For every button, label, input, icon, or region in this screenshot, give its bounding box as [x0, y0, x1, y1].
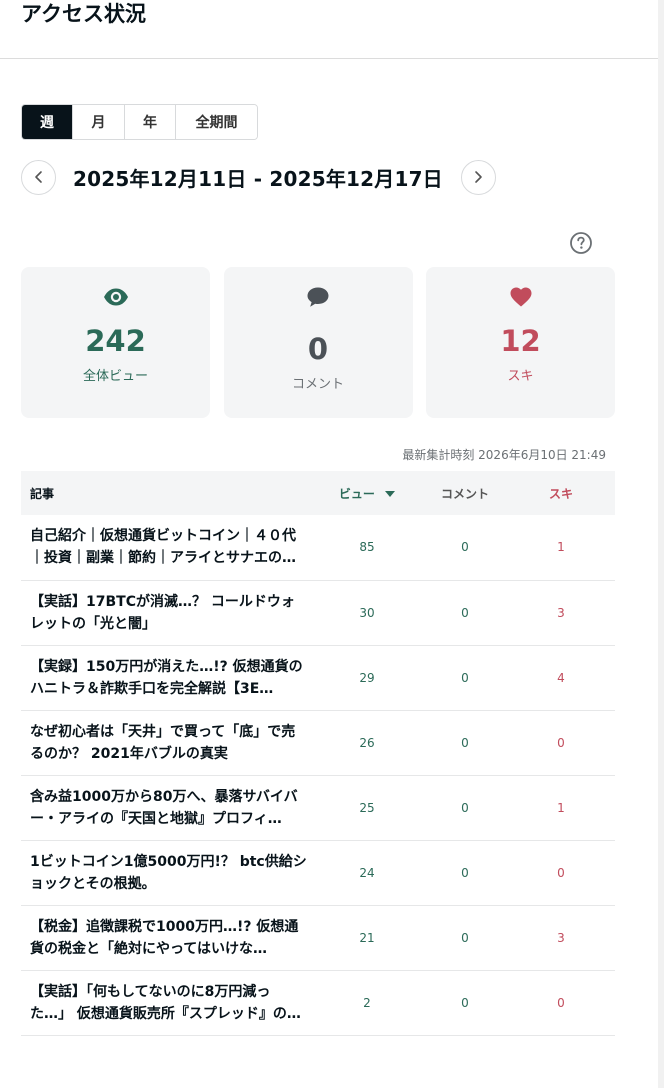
period-tabs: 週 月 年 全期間 [21, 104, 258, 140]
comments-count: 0 [423, 970, 507, 1036]
date-range: 2025年12月11日 - 2025年12月17日 [73, 166, 443, 191]
tab-year[interactable]: 年 [125, 105, 176, 139]
views-card: 242 全体ビュー [21, 267, 210, 418]
tab-week[interactable]: 週 [22, 105, 73, 139]
eye-icon [103, 288, 128, 306]
article-cell: 【実話】17BTCが消滅…？ コールドウォレットの「光と闇」 [21, 580, 311, 646]
last-updated-timestamp: 最新集計時刻 2026年6月10日 21:49 [402, 448, 606, 462]
likes-count: 0 [507, 710, 615, 776]
comments-count: 0 [423, 840, 507, 906]
help-row [21, 231, 594, 257]
sort-descending-icon [385, 491, 396, 497]
heart-icon [510, 287, 531, 307]
chevron-left-icon [34, 171, 42, 183]
likes-count: 1 [507, 775, 615, 841]
table-row: 含み益1000万から80万へ、暴落サバイバー・アライの『天国と地獄』プロフィ… 2… [21, 775, 615, 841]
column-header-views-label: ビュー [338, 486, 375, 501]
likes-count: 4 [507, 645, 615, 711]
stats-cards: 242 全体ビュー 0 コメント 12 スキ [21, 267, 615, 418]
column-header-views[interactable]: ビュー [311, 471, 423, 515]
table-row: 【実録】150万円が消えた…!? 仮想通貨のハニトラ＆詐欺手口を完全解説【3E…… [21, 645, 615, 711]
article-cell: 含み益1000万から80万へ、暴落サバイバー・アライの『天国と地獄』プロフィ… [21, 775, 311, 841]
likes-count: 3 [507, 905, 615, 971]
main-content: 週 月 年 全期間 2025年12月11日 - 2025年12月17日 242 … [0, 104, 615, 1036]
table-row: 【実話】「何もしてないのに8万円減った…」 仮想通貨販売所『スプレッド』の… 2 0… [21, 970, 615, 1036]
column-header-article: 記事 [30, 486, 55, 501]
comments-count: 0 [423, 515, 507, 581]
likes-count: 0 [507, 840, 615, 906]
comments-count: 0 [423, 905, 507, 971]
header: アクセス状況 [0, 0, 658, 59]
comments-card: 0 コメント [223, 267, 413, 418]
table-header-row: 記事 ビュー コメント スキ [21, 471, 615, 515]
article-cell: 【実録】150万円が消えた…!? 仮想通貨のハニトラ＆詐欺手口を完全解説【3E… [21, 645, 311, 711]
comments-count: 0 [423, 710, 507, 776]
table-row: 【税金】追徴課税で1000万円…!? 仮想通貨の税金と「絶対にやってはいけな… 2… [21, 905, 615, 971]
table-row: なぜ初心者は「天井」で買って「底」で売るのか？ 2021年バブルの真実 26 0 0 [21, 710, 615, 776]
comments-count: 0 [423, 645, 507, 711]
article-title-link[interactable]: 含み益1000万から80万へ、暴落サバイバー・アライの『天国と地獄』プロフィ… [30, 786, 307, 830]
article-title-link[interactable]: 【税金】追徴課税で1000万円…!? 仮想通貨の税金と「絶対にやってはいけな… [30, 916, 307, 960]
article-title-link[interactable]: 自己紹介｜仮想通貨ビットコイン｜４０代｜投資｜副業｜節約｜アライとサナエの夫婦の… [30, 525, 307, 569]
table-row: 【実話】17BTCが消滅…？ コールドウォレットの「光と闇」 30 0 3 [21, 580, 615, 646]
views-count: 85 [311, 515, 423, 581]
likes-card: 12 スキ [426, 267, 615, 418]
article-title-link[interactable]: 【実話】「何もしてないのに8万円減った…」 仮想通貨販売所『スプレッド』の… [30, 981, 307, 1025]
help-icon[interactable] [569, 231, 593, 255]
views-count: 25 [311, 775, 423, 841]
chevron-right-icon [475, 171, 483, 183]
views-count: 2 [311, 970, 423, 1036]
article-title-link[interactable]: 【実話】17BTCが消滅…？ コールドウォレットの「光と闇」 [30, 591, 307, 635]
article-cell: なぜ初心者は「天井」で買って「底」で売るのか？ 2021年バブルの真実 [21, 710, 311, 776]
comments-label: コメント [291, 377, 344, 392]
article-cell: 【税金】追徴課税で1000万円…!? 仮想通貨の税金と「絶対にやってはいけな… [21, 905, 311, 971]
views-total: 242 [85, 324, 146, 358]
views-count: 24 [311, 840, 423, 906]
page: アクセス状況 週 月 年 全期間 2025年12月11日 - 2025年12月1… [0, 0, 664, 1088]
speech-bubble-icon [307, 287, 329, 307]
article-title-link[interactable]: 1ビットコイン1億5000万円!？ btc供給ショックとその根拠。 [30, 851, 307, 895]
likes-count: 1 [507, 515, 615, 581]
previous-period-button[interactable] [21, 159, 56, 195]
views-count: 21 [311, 905, 423, 971]
views-label: 全体ビュー [82, 369, 148, 384]
article-title-link[interactable]: なぜ初心者は「天井」で買って「底」で売るのか？ 2021年バブルの真実 [30, 721, 307, 765]
table-row: 1ビットコイン1億5000万円!？ btc供給ショックとその根拠。 24 0 0 [21, 840, 615, 906]
comments-count: 0 [423, 580, 507, 646]
views-count: 26 [311, 710, 423, 776]
next-period-button[interactable] [460, 159, 496, 195]
views-count: 30 [311, 580, 423, 646]
likes-count: 3 [507, 580, 615, 646]
comments-count: 0 [423, 775, 507, 841]
table-body: 自己紹介｜仮想通貨ビットコイン｜４０代｜投資｜副業｜節約｜アライとサナエの夫婦の… [21, 515, 615, 1036]
scrollbar[interactable] [658, 0, 664, 1088]
article-cell: 【実話】「何もしてないのに8万円減った…」 仮想通貨販売所『スプレッド』の… [21, 970, 311, 1036]
tab-month[interactable]: 月 [73, 105, 125, 139]
article-cell: 1ビットコイン1億5000万円!？ btc供給ショックとその根拠。 [21, 840, 311, 906]
article-title-link[interactable]: 【実録】150万円が消えた…!? 仮想通貨のハニトラ＆詐欺手口を完全解説【3E… [30, 656, 307, 700]
column-header-comments: コメント [440, 486, 489, 501]
likes-total: 12 [500, 324, 541, 358]
likes-count: 0 [507, 970, 615, 1036]
views-count: 29 [311, 645, 423, 711]
likes-label: スキ [507, 369, 534, 384]
tab-all-time[interactable]: 全期間 [176, 105, 257, 139]
column-header-likes: スキ [548, 486, 573, 501]
table-row: 自己紹介｜仮想通貨ビットコイン｜４０代｜投資｜副業｜節約｜アライとサナエの夫婦の… [21, 515, 615, 581]
article-cell: 自己紹介｜仮想通貨ビットコイン｜４０代｜投資｜副業｜節約｜アライとサナエの夫婦の… [21, 515, 311, 581]
comments-total: 0 [307, 332, 329, 366]
date-navigator: 2025年12月11日 - 2025年12月17日 [21, 159, 594, 195]
page-title: アクセス状況 [21, 2, 146, 26]
article-stats-table: 記事 ビュー コメント スキ 自己紹介｜仮想通貨ビットコイン｜４０代｜投資｜副業… [21, 471, 615, 1036]
